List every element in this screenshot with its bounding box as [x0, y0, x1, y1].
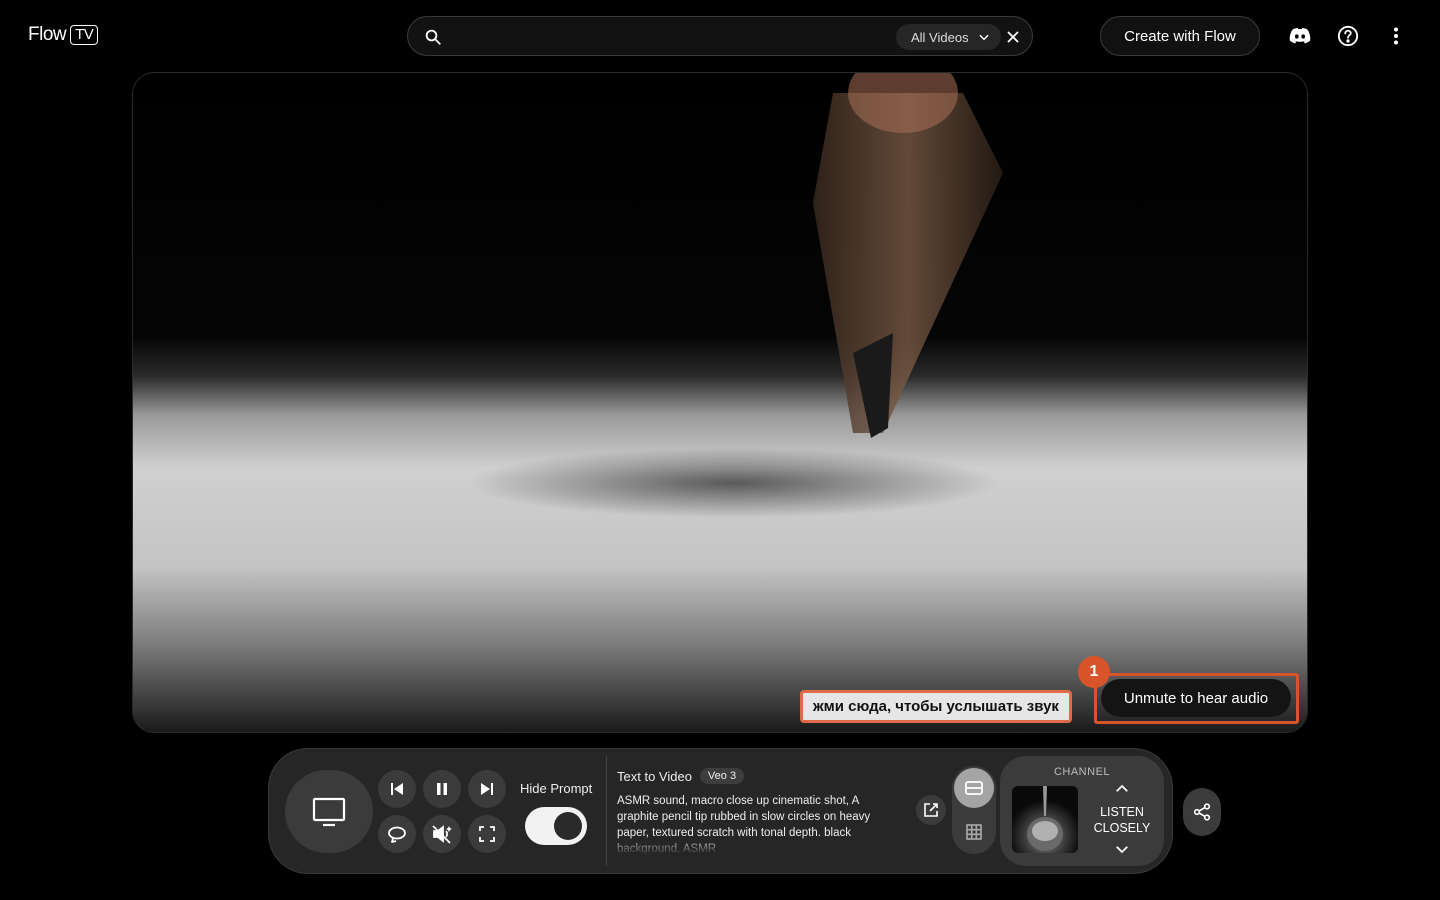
pause-icon — [437, 783, 447, 795]
skip-next-icon — [481, 783, 493, 795]
channel-up-icon[interactable] — [1113, 780, 1131, 798]
microphone-thumbnail-image — [1027, 786, 1063, 851]
help-icon[interactable] — [1336, 24, 1360, 48]
hide-prompt-toggle[interactable] — [525, 807, 587, 845]
video-player[interactable] — [132, 72, 1308, 733]
more-options-icon[interactable] — [1384, 24, 1408, 48]
prompt-type-label: Text to Video — [617, 768, 692, 784]
step-badge: 1 — [1078, 656, 1110, 688]
discord-icon[interactable] — [1288, 24, 1312, 48]
view-mode-switch — [952, 766, 996, 854]
tv-mode-button[interactable] — [285, 770, 373, 853]
channel-name: LISTEN CLOSELY — [1093, 805, 1151, 835]
loop-button[interactable] — [378, 815, 416, 853]
logo-text: Flow — [28, 24, 67, 45]
video-filter-dropdown[interactable]: All Videos — [896, 24, 1001, 50]
search-input[interactable] — [452, 23, 892, 51]
filter-label: All Videos — [911, 29, 969, 45]
single-view-icon — [965, 781, 983, 795]
grid-view-button[interactable] — [954, 812, 994, 852]
toggle-knob — [554, 812, 582, 840]
fullscreen-button[interactable] — [468, 815, 506, 853]
volume-muted-icon — [432, 825, 452, 844]
model-badge: Veo 3 — [699, 768, 745, 784]
fullscreen-icon — [479, 826, 495, 842]
video-frame-pencil — [813, 73, 1003, 438]
channel-label: CHANNEL — [1053, 766, 1111, 778]
pause-button[interactable] — [423, 770, 461, 808]
loop-icon — [388, 826, 406, 843]
clear-search-icon[interactable] — [1004, 28, 1022, 46]
channel-selector: CHANNEL LISTEN CLOSELY — [1000, 756, 1164, 866]
prompt-header: Text to Video Veo 3 — [617, 768, 745, 784]
previous-button[interactable] — [378, 770, 416, 808]
chevron-down-icon — [978, 34, 989, 41]
flow-tv-logo[interactable]: Flow TV — [28, 24, 99, 46]
channel-thumbnail[interactable] — [1012, 786, 1078, 853]
prompt-text: ASMR sound, macro close up cinematic sho… — [617, 795, 871, 855]
unmute-button[interactable]: Unmute to hear audio — [1101, 679, 1291, 717]
search-icon[interactable] — [424, 28, 442, 46]
tv-icon — [312, 797, 346, 826]
open-in-new-icon — [924, 803, 938, 817]
hide-prompt-label: Hide Prompt — [520, 781, 593, 796]
single-view-button[interactable] — [954, 768, 994, 808]
unmute-hint-callout: жми сюда, чтобы услышать звук — [800, 690, 1072, 723]
create-with-flow-button[interactable]: Create with Flow — [1100, 16, 1260, 56]
open-video-button[interactable] — [916, 795, 946, 825]
next-button[interactable] — [468, 770, 506, 808]
share-icon — [1193, 803, 1211, 821]
skip-previous-icon — [391, 783, 403, 795]
logo-badge: TV — [70, 25, 99, 45]
prompt-divider — [606, 756, 607, 866]
grid-view-icon — [966, 824, 982, 840]
share-button[interactable] — [1183, 788, 1221, 836]
search-bar: All Videos — [407, 16, 1033, 56]
mute-toggle-button[interactable] — [423, 815, 461, 853]
channel-down-icon[interactable] — [1113, 840, 1131, 858]
